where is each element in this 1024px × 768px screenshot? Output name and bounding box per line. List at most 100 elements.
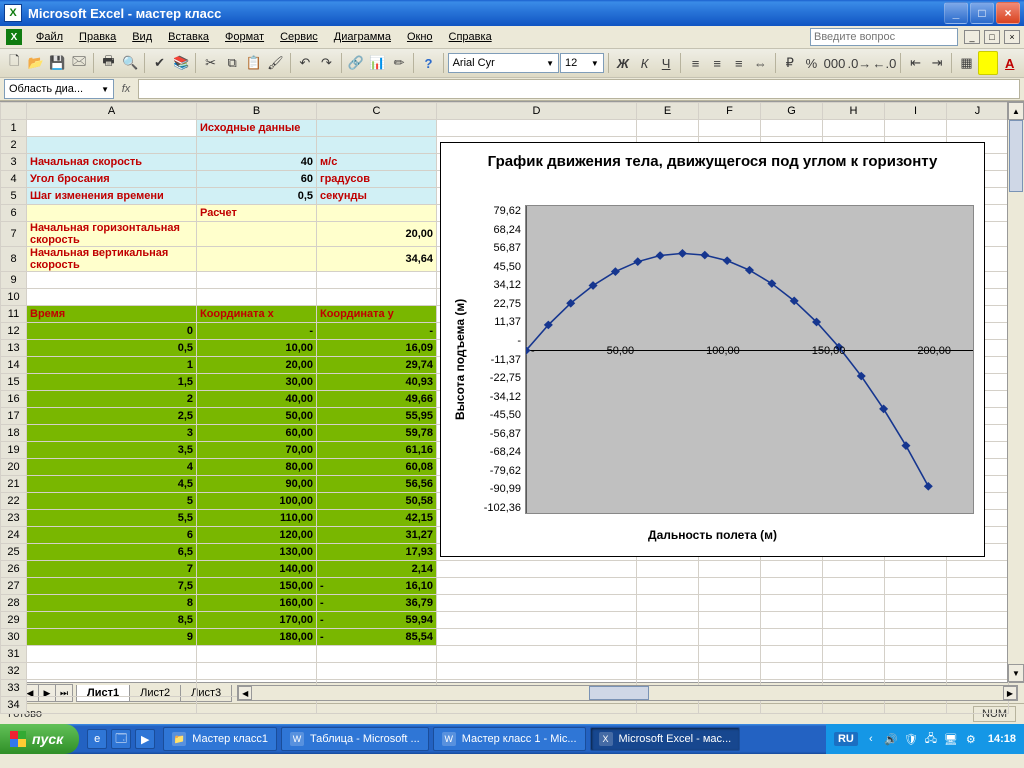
cell[interactable] — [761, 663, 823, 680]
col-header-J[interactable]: J — [947, 103, 1009, 120]
align-right-button[interactable]: ≡ — [728, 51, 749, 75]
mdi-restore-button[interactable]: □ — [984, 30, 1000, 44]
menu-правка[interactable]: Правка — [71, 29, 124, 45]
cell[interactable] — [823, 646, 885, 663]
cell[interactable]: 8 — [27, 595, 197, 612]
cell[interactable]: Начальная скорость — [27, 154, 197, 171]
help-button[interactable]: ? — [418, 51, 439, 75]
cell[interactable] — [823, 578, 885, 595]
chart-plot-area[interactable] — [525, 205, 974, 514]
row-header-19[interactable]: 19 — [1, 442, 27, 459]
tray-shield-icon[interactable]: 🛡 — [904, 732, 918, 746]
cell[interactable] — [317, 205, 437, 222]
cell[interactable] — [885, 578, 947, 595]
row-header-7[interactable]: 7 — [1, 222, 27, 247]
cell[interactable]: Расчет — [197, 205, 317, 222]
cell[interactable] — [699, 646, 761, 663]
cell[interactable]: 8,5 — [27, 612, 197, 629]
scroll-right-button[interactable]: ▶ — [1003, 686, 1017, 700]
start-button[interactable]: пуск — [0, 724, 79, 754]
cell[interactable] — [27, 289, 197, 306]
row-header-22[interactable]: 22 — [1, 493, 27, 510]
cell[interactable] — [317, 137, 437, 154]
menu-вставка[interactable]: Вставка — [160, 29, 217, 45]
cell[interactable] — [699, 629, 761, 646]
fill-color-button[interactable] — [978, 51, 999, 75]
save-button[interactable]: 💾 — [47, 51, 68, 75]
cell[interactable]: 59,78 — [317, 425, 437, 442]
cell[interactable] — [947, 595, 1009, 612]
tray-network-icon[interactable]: 🖧 — [924, 732, 938, 746]
cell[interactable]: 40,93 — [317, 374, 437, 391]
row-header-30[interactable]: 30 — [1, 629, 27, 646]
increase-indent-button[interactable]: ⇥ — [927, 51, 948, 75]
cell[interactable] — [197, 222, 317, 247]
print-button[interactable]: 🖶 — [98, 51, 119, 75]
row-header-33[interactable]: 33 — [1, 680, 27, 697]
scroll-up-button[interactable]: ▲ — [1008, 102, 1024, 120]
row-header-17[interactable]: 17 — [1, 408, 27, 425]
cell[interactable]: Шаг изменения времени — [27, 188, 197, 205]
cell[interactable]: 60,00 — [197, 425, 317, 442]
col-header-F[interactable]: F — [699, 103, 761, 120]
print-preview-button[interactable]: 🔍 — [120, 51, 141, 75]
cell[interactable]: 180,00 — [197, 629, 317, 646]
cell[interactable]: - — [317, 323, 437, 340]
row-header-4[interactable]: 4 — [1, 171, 27, 188]
cell[interactable]: -16,10 — [317, 578, 437, 595]
cell[interactable] — [699, 612, 761, 629]
col-header-I[interactable]: I — [885, 103, 947, 120]
cell[interactable] — [823, 120, 885, 137]
col-header-G[interactable]: G — [761, 103, 823, 120]
row-header-28[interactable]: 28 — [1, 595, 27, 612]
bold-button[interactable]: Ж — [613, 51, 634, 75]
cell[interactable]: градусов — [317, 171, 437, 188]
tray-volume-icon[interactable]: 🔊 — [884, 732, 898, 746]
mdi-close-button[interactable]: × — [1004, 30, 1020, 44]
tray-display-icon[interactable]: 🖥 — [944, 732, 958, 746]
cell[interactable]: 42,15 — [317, 510, 437, 527]
cell[interactable] — [637, 578, 699, 595]
cell[interactable] — [761, 120, 823, 137]
ql-desktop-icon[interactable]: 🗔 — [111, 729, 131, 749]
undo-button[interactable]: ↶ — [295, 51, 316, 75]
row-header-2[interactable]: 2 — [1, 137, 27, 154]
cell[interactable]: 4,5 — [27, 476, 197, 493]
name-box[interactable]: Область диа... ▼ — [4, 79, 114, 99]
cell[interactable] — [197, 289, 317, 306]
row-header-32[interactable]: 32 — [1, 663, 27, 680]
copy-button[interactable]: ⧉ — [222, 51, 243, 75]
merge-center-button[interactable]: ⇔ — [750, 51, 771, 75]
cell[interactable]: 17,93 — [317, 544, 437, 561]
cell[interactable]: Начальная горизонтальная скорость — [27, 222, 197, 247]
cell[interactable] — [823, 629, 885, 646]
cell[interactable] — [947, 578, 1009, 595]
cell[interactable] — [197, 646, 317, 663]
cell[interactable] — [637, 646, 699, 663]
cell[interactable]: 20,00 — [317, 222, 437, 247]
cell[interactable]: 20,00 — [197, 357, 317, 374]
cell[interactable]: 6,5 — [27, 544, 197, 561]
cell[interactable] — [885, 629, 947, 646]
cell[interactable] — [27, 137, 197, 154]
cell[interactable] — [885, 646, 947, 663]
cell[interactable]: 170,00 — [197, 612, 317, 629]
cell[interactable] — [317, 646, 437, 663]
cell[interactable]: 150,00 — [197, 578, 317, 595]
cell[interactable] — [437, 578, 637, 595]
cell[interactable]: Угол бросания — [27, 171, 197, 188]
decrease-decimal-button[interactable]: ←.0 — [872, 51, 896, 75]
cell[interactable]: 2 — [27, 391, 197, 408]
row-header-31[interactable]: 31 — [1, 646, 27, 663]
cell[interactable] — [885, 663, 947, 680]
spelling-button[interactable]: ✔ — [149, 51, 170, 75]
cell[interactable]: 3,5 — [27, 442, 197, 459]
cell[interactable] — [885, 595, 947, 612]
cell[interactable] — [699, 561, 761, 578]
tray-clock[interactable]: 14:18 — [988, 733, 1016, 745]
cell[interactable] — [437, 612, 637, 629]
cell[interactable] — [317, 120, 437, 137]
cell[interactable] — [637, 561, 699, 578]
cell[interactable]: 0,5 — [197, 188, 317, 205]
cell[interactable] — [197, 137, 317, 154]
